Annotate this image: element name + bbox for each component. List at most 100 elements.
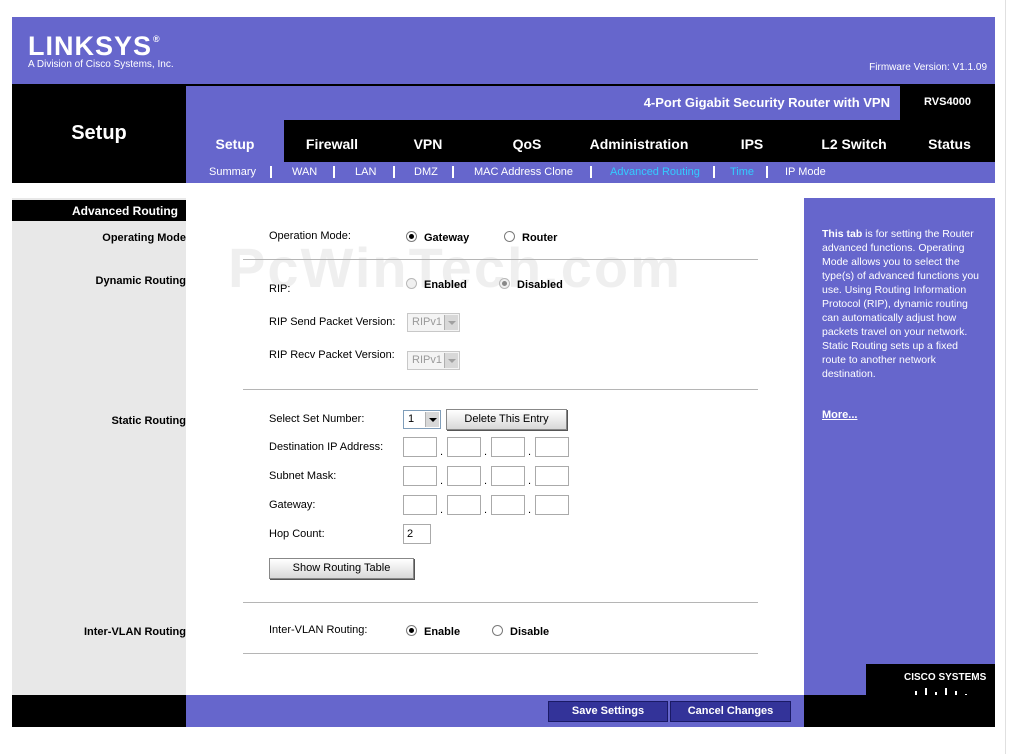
subnet-octet-2[interactable]: [447, 466, 481, 486]
dest-ip-octet-1[interactable]: [403, 437, 437, 457]
operation-mode-label: Operation Mode:: [269, 230, 351, 242]
subtab-separator: [713, 166, 715, 178]
chevron-down-icon: [425, 412, 439, 427]
router-radio[interactable]: [504, 231, 515, 242]
rip-send-select[interactable]: RIPv1: [407, 313, 460, 332]
subtab-separator: [333, 166, 335, 178]
delete-entry-button[interactable]: Delete This Entry: [446, 409, 567, 430]
main-tabs: Setup Firewall VPN QoS Administration IP…: [186, 120, 995, 162]
more-link[interactable]: More...: [822, 409, 857, 421]
subnet-octet-3[interactable]: [491, 466, 525, 486]
subnet-mask-label: Subnet Mask:: [269, 470, 337, 482]
gateway-radio[interactable]: [406, 231, 417, 242]
save-settings-button[interactable]: Save Settings: [548, 701, 668, 722]
model-number: RVS4000: [900, 84, 995, 120]
header-banner: LINKSYS® A Division of Cisco Systems, In…: [12, 17, 995, 84]
inter-vlan-enable-radio[interactable]: [406, 625, 417, 636]
firmware-version: Firmware Version: V1.1.09: [869, 62, 987, 73]
rip-recv-select[interactable]: RIPv1: [407, 351, 460, 370]
inter-vlan-disable-label: Disable: [510, 626, 550, 638]
subtab-separator: [452, 166, 454, 178]
subtab-advanced-routing[interactable]: Advanced Routing: [610, 166, 700, 178]
inter-vlan-disable-radio[interactable]: [492, 625, 503, 636]
show-routing-table-button[interactable]: Show Routing Table: [269, 558, 414, 579]
subtab-lan[interactable]: LAN: [355, 166, 376, 178]
rip-disabled-radio[interactable]: [499, 278, 510, 289]
dest-ip-label: Destination IP Address:: [269, 441, 384, 453]
tab-status[interactable]: Status: [904, 120, 995, 162]
hop-count-label: Hop Count:: [269, 528, 325, 540]
inter-vlan-label: Inter-VLAN Routing:: [269, 624, 368, 636]
cisco-logo-text: CISCO SYSTEMS: [904, 672, 987, 683]
sub-tabs: Summary WAN LAN DMZ MAC Address Clone Ad…: [186, 162, 995, 183]
tab-l2-switch[interactable]: L2 Switch: [804, 120, 904, 162]
hop-count-input[interactable]: 2: [403, 524, 431, 544]
set-number-label: Select Set Number:: [269, 413, 365, 425]
dest-ip-octet-2[interactable]: [447, 437, 481, 457]
rip-enabled-label: Enabled: [424, 279, 467, 291]
set-number-value: 1: [408, 413, 415, 425]
ip-dot: .: [528, 475, 532, 487]
chevron-down-icon: [444, 315, 458, 330]
rip-recv-label: RIP Recv Packet Version:: [269, 349, 395, 361]
cancel-changes-button[interactable]: Cancel Changes: [670, 701, 791, 722]
footer-left: [12, 695, 186, 727]
sidebar-heading-label: Advanced Routing: [71, 204, 178, 218]
subtab-ip-mode[interactable]: IP Mode: [785, 166, 826, 178]
label-dynamic-routing: Dynamic Routing: [95, 275, 186, 287]
tab-setup[interactable]: Setup: [186, 120, 284, 162]
label-inter-vlan-routing: Inter-VLAN Routing: [83, 626, 186, 638]
ip-dot: .: [440, 446, 444, 458]
tab-ips[interactable]: IPS: [700, 120, 804, 162]
subtab-separator: [393, 166, 395, 178]
ip-dot: .: [484, 446, 488, 458]
set-number-select[interactable]: 1: [403, 410, 441, 429]
chevron-down-icon: [444, 353, 458, 368]
tab-firewall[interactable]: Firewall: [284, 120, 380, 162]
product-name: 4-Port Gigabit Security Router with VPN: [643, 95, 890, 110]
footer-right: [804, 695, 995, 727]
linksys-logo: LINKSYS®: [28, 31, 161, 61]
gateway-octet-3[interactable]: [491, 495, 525, 515]
page-title: Setup: [71, 122, 127, 144]
ip-dot: .: [440, 504, 444, 516]
dest-ip-octet-3[interactable]: [491, 437, 525, 457]
gateway-octet-4[interactable]: [535, 495, 569, 515]
divider: [243, 602, 758, 603]
product-bar: 4-Port Gigabit Security Router with VPN: [186, 84, 900, 122]
router-label: Router: [522, 232, 558, 244]
ip-dot: .: [440, 475, 444, 487]
divider: [243, 389, 758, 390]
divider: [243, 653, 758, 654]
gateway-label: Gateway: [424, 232, 470, 244]
rip-enabled-radio[interactable]: [406, 278, 417, 289]
dest-ip-octet-4[interactable]: [535, 437, 569, 457]
ip-dot: .: [484, 504, 488, 516]
ip-dot: .: [484, 475, 488, 487]
divider: [243, 259, 758, 260]
subnet-octet-1[interactable]: [403, 466, 437, 486]
subtab-time[interactable]: Time: [730, 166, 754, 178]
ip-dot: .: [528, 504, 532, 516]
subtab-mac-address-clone[interactable]: MAC Address Clone: [474, 166, 573, 178]
tab-administration[interactable]: Administration: [578, 120, 700, 162]
subtab-wan[interactable]: WAN: [292, 166, 317, 178]
rip-label: RIP:: [269, 283, 291, 295]
rip-disabled-label: Disabled: [517, 279, 563, 291]
help-text: This tab is for setting the Router advan…: [822, 227, 982, 381]
subnet-octet-4[interactable]: [535, 466, 569, 486]
ip-dot: .: [528, 446, 532, 458]
gateway-octet-2[interactable]: [447, 495, 481, 515]
left-sidebar: Operating Mode Dynamic Routing Static Ro…: [12, 198, 186, 695]
label-static-routing: Static Routing: [111, 415, 186, 427]
gateway-octet-1[interactable]: [403, 495, 437, 515]
tab-vpn[interactable]: VPN: [380, 120, 476, 162]
subtab-summary[interactable]: Summary: [209, 166, 256, 178]
subtab-separator: [766, 166, 768, 178]
subtab-dmz[interactable]: DMZ: [414, 166, 438, 178]
gateway-field-label: Gateway:: [269, 499, 316, 511]
scrollbar[interactable]: [1005, 0, 1022, 754]
tab-qos[interactable]: QoS: [476, 120, 578, 162]
rip-send-label: RIP Send Packet Version:: [269, 316, 396, 328]
label-operating-mode: Operating Mode: [102, 232, 186, 244]
